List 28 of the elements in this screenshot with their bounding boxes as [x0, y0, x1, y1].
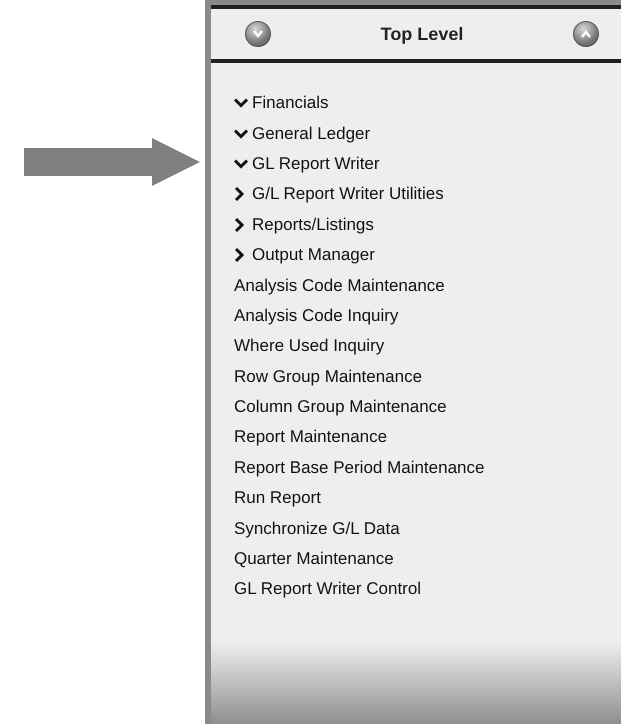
chevron-right-icon[interactable] [234, 248, 244, 262]
chevron-down-icon [252, 29, 264, 39]
menu-item[interactable]: Analysis Code Maintenance [234, 276, 445, 296]
menu-item[interactable]: GL Report Writer Control [234, 579, 422, 600]
menu-item[interactable]: Where Used Inquiry [234, 336, 384, 356]
folder-item[interactable]: General Ledger [252, 124, 370, 144]
chevron-down-icon[interactable] [234, 158, 248, 169]
expand-button[interactable] [573, 21, 599, 47]
folder-item[interactable]: GL Report Writer [252, 154, 380, 174]
collapse-button[interactable] [245, 21, 271, 47]
folder-item[interactable]: G/L Report Writer Utilities [252, 184, 444, 204]
chevron-down-icon[interactable] [234, 128, 248, 139]
chevron-right-icon[interactable] [234, 218, 244, 232]
menu-item[interactable]: Synchronize G/L Data [234, 518, 400, 539]
menu-item[interactable]: Row Group Maintenance [234, 366, 422, 387]
menu-item[interactable]: Report Maintenance [234, 427, 388, 448]
chevron-up-icon [580, 29, 592, 39]
folder-item[interactable]: Output Manager [252, 245, 375, 266]
menu-item[interactable]: Analysis Code Inquiry [234, 306, 398, 326]
chevron-down-icon[interactable] [234, 98, 248, 108]
menu-item[interactable]: Column Group Maintenance [234, 397, 447, 418]
folder-item[interactable]: Financials [252, 93, 329, 114]
chevron-right-icon[interactable] [234, 187, 244, 202]
menu-item[interactable]: Report Base Period Maintenance [234, 458, 484, 478]
menu-item[interactable]: Run Report [234, 488, 321, 508]
panel-title: Top Level [380, 24, 464, 44]
menu-item[interactable]: Quarter Maintenance [234, 549, 394, 570]
folder-item[interactable]: Reports/Listings [252, 214, 374, 235]
